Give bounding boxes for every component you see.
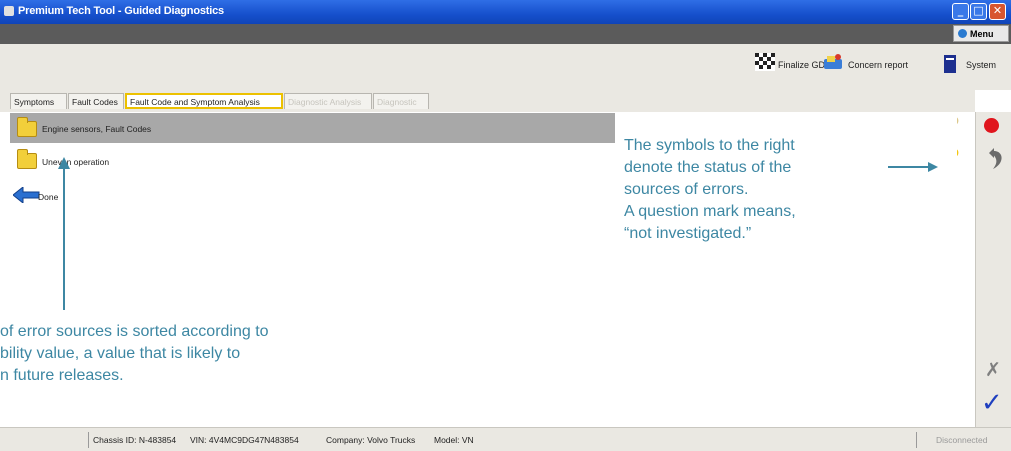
list-item-label[interactable]: Uneven operation	[42, 157, 109, 167]
menu-icon	[958, 29, 967, 38]
app-icon	[4, 6, 14, 16]
annotation-sorting-explanation: of error sources is sorted according to …	[0, 321, 490, 387]
annotation-line: denote the status of the	[624, 159, 792, 176]
status-separator	[916, 432, 917, 448]
folder-icon	[17, 117, 37, 137]
annotation-line: A question mark means,	[624, 203, 796, 220]
company: Company: Volvo Trucks	[326, 435, 416, 445]
concern-report-button[interactable]: Concern report	[848, 60, 908, 70]
checkered-flag-icon	[755, 53, 775, 71]
system-icon	[944, 55, 956, 73]
confirm-icon[interactable]: ✓	[981, 388, 1003, 418]
close-button[interactable]: ✕	[989, 3, 1006, 20]
back-arrow-icon[interactable]	[13, 187, 41, 203]
tab-fault-code-symptom-analysis[interactable]: Fault Code and Symptom Analysis	[125, 93, 283, 109]
maximize-button[interactable]: □	[970, 3, 987, 20]
annotation-line: bility value, a value that is likely to	[0, 345, 241, 362]
menu-bar	[0, 24, 1011, 44]
chassis-id: Chassis ID: N-483854	[93, 435, 177, 445]
system-button[interactable]: System	[966, 60, 996, 70]
model: Model: VN	[434, 435, 474, 445]
annotation-arrow-up	[58, 157, 70, 310]
window-title: Premium Tech Tool - Guided Diagnostics	[18, 5, 224, 17]
menu-button[interactable]: Menu	[953, 25, 1009, 42]
tab-diagnostic: Diagnostic	[373, 93, 429, 109]
annotation-line: of error sources is sorted according to	[0, 323, 269, 340]
annotation-line: “not investigated.”	[624, 225, 752, 242]
tab-symptoms[interactable]: Symptoms	[10, 93, 67, 109]
status-bar: Chassis ID: N-483854 VIN: 4V4MC9DG47N483…	[0, 427, 1011, 451]
cancel-icon[interactable]: ✗	[985, 359, 1001, 381]
vin: VIN: 4V4MC9DG47N483854	[190, 435, 299, 445]
minimize-button[interactable]: _	[952, 3, 969, 20]
annotation-line: sources of errors.	[624, 181, 749, 198]
annotation-line: The symbols to the right	[624, 137, 795, 154]
tab-fault-codes[interactable]: Fault Codes	[68, 93, 124, 109]
status-separator	[88, 432, 89, 448]
list-item-label: Engine sensors, Fault Codes	[42, 124, 152, 134]
undo-icon[interactable]	[984, 148, 1004, 170]
record-icon[interactable]	[984, 118, 999, 133]
menu-button-label: Menu	[970, 29, 994, 39]
connection-status: Disconnected	[936, 435, 988, 445]
annotation-arrow-right	[888, 162, 938, 172]
tab-diagnostic-analysis: Diagnostic Analysis	[284, 93, 372, 109]
title-bar: Premium Tech Tool - Guided Diagnostics _…	[0, 0, 1011, 24]
annotation-status-explanation: The symbols to the right denote the stat…	[624, 135, 924, 245]
folder-icon[interactable]	[17, 149, 37, 169]
done-link[interactable]: Done	[38, 192, 58, 202]
annotation-line: n future releases.	[0, 367, 124, 384]
concern-report-icon	[824, 54, 842, 69]
